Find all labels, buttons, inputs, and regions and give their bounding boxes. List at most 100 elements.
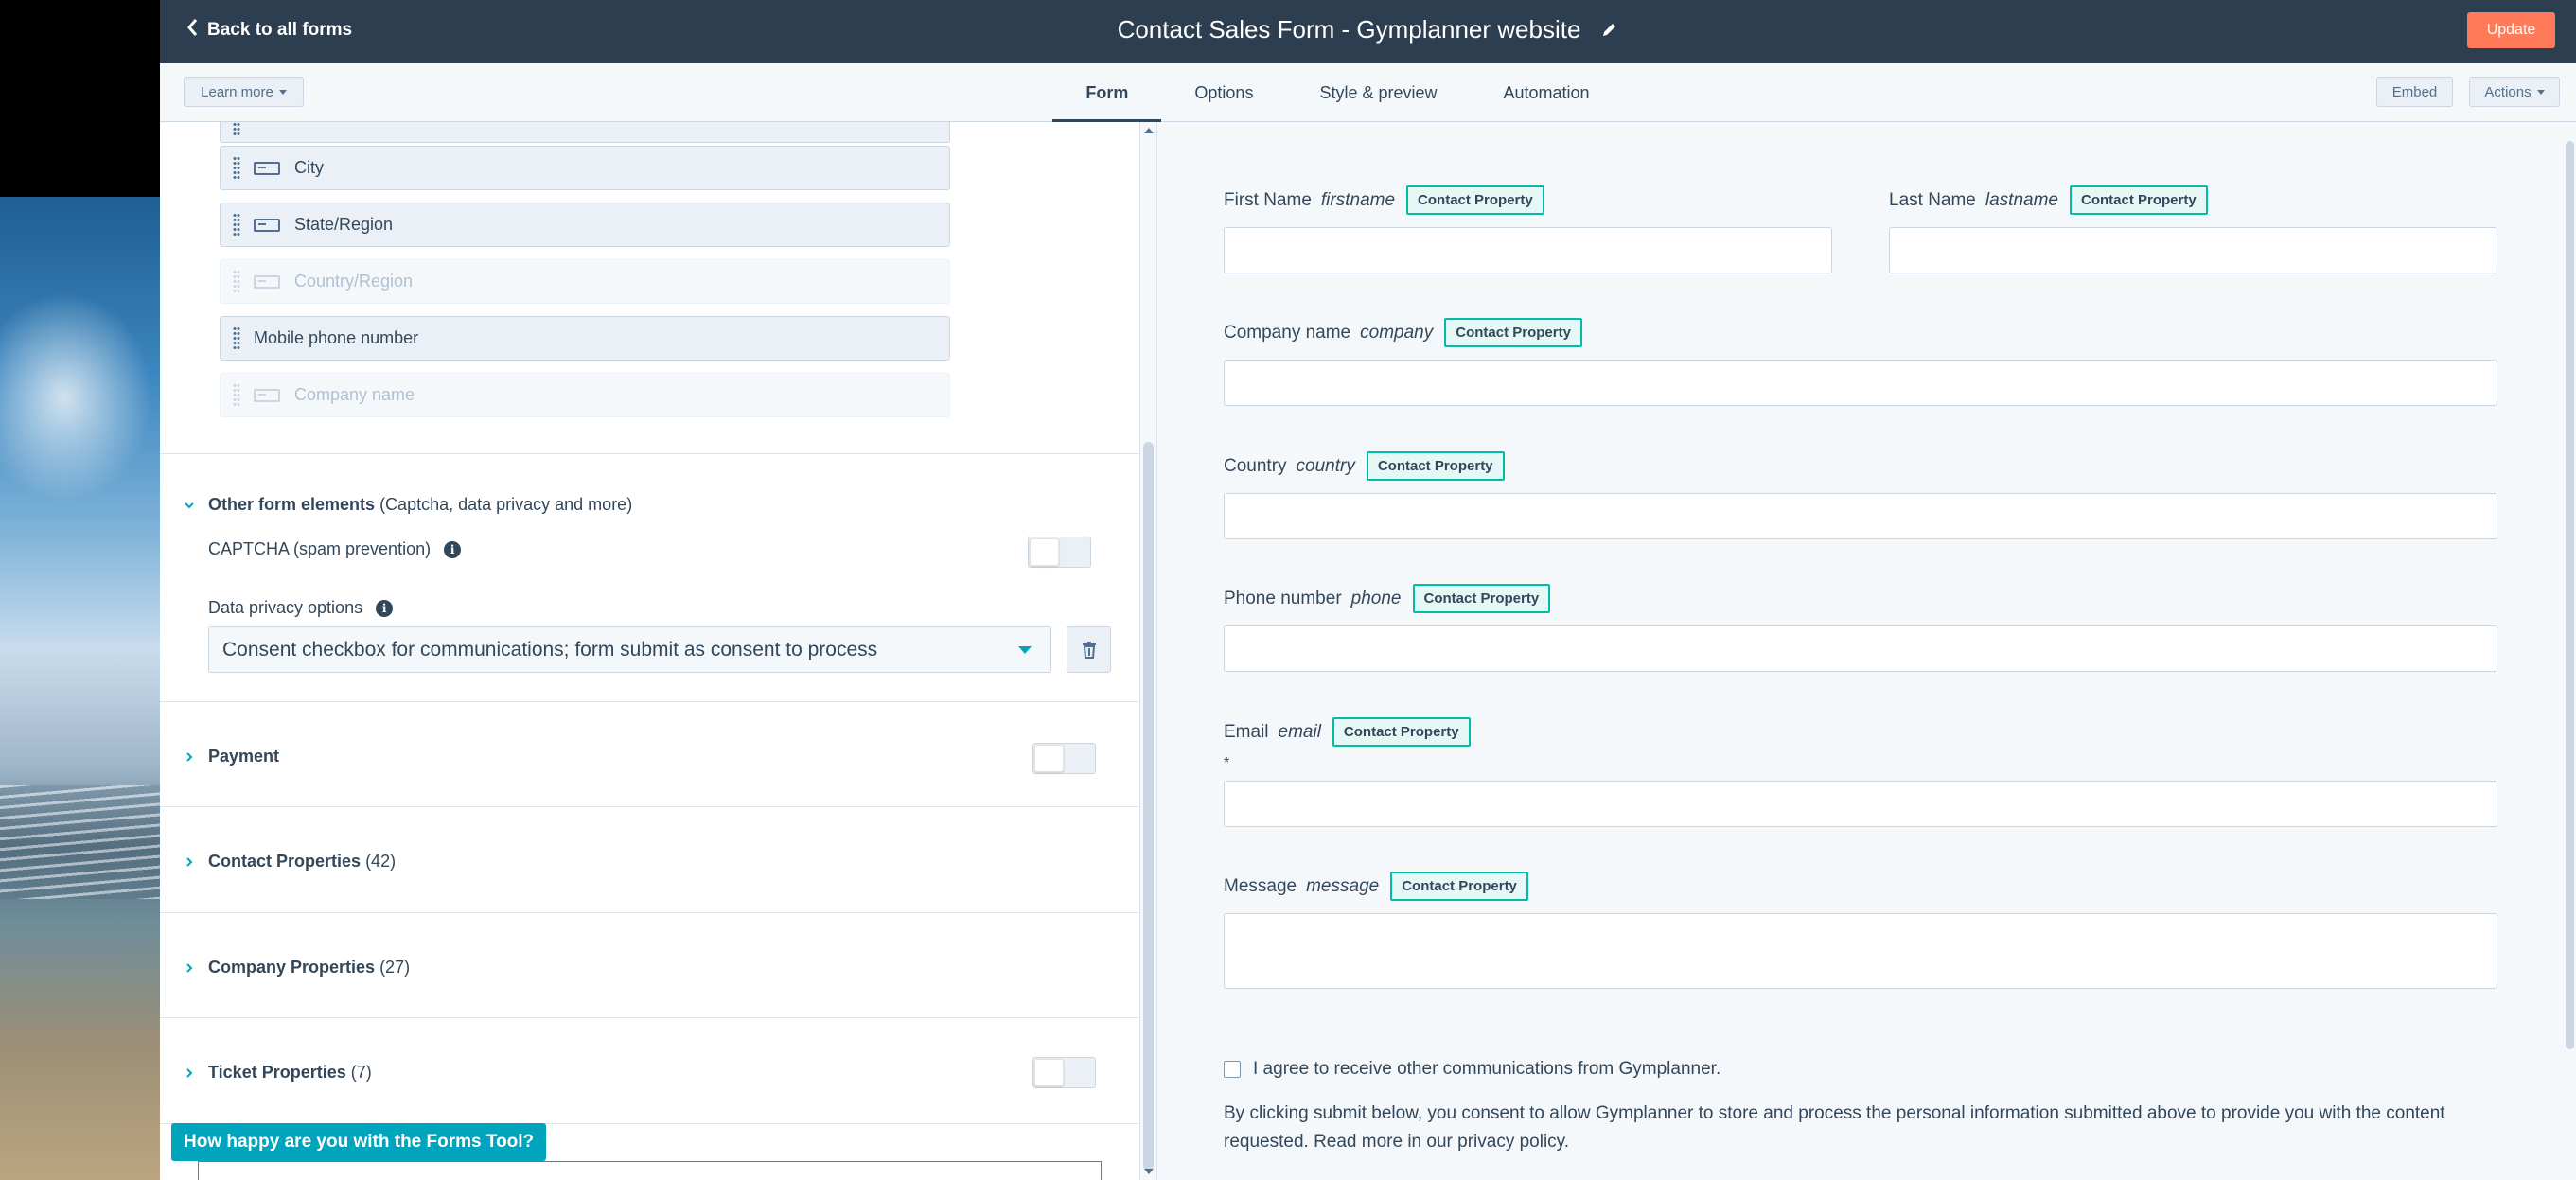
section-title: Contact Properties bbox=[208, 852, 362, 871]
drag-handle-icon[interactable] bbox=[233, 122, 240, 137]
tab-options[interactable]: Options bbox=[1161, 63, 1286, 122]
scroll-up-arrow-icon[interactable] bbox=[1144, 128, 1154, 133]
property-name: message bbox=[1306, 875, 1380, 896]
drag-handle-icon[interactable] bbox=[233, 382, 240, 408]
field-label: Message bbox=[1224, 875, 1297, 896]
chevron-right-icon bbox=[186, 962, 193, 973]
feedback-panel[interactable] bbox=[198, 1161, 1102, 1180]
preview-scrollbar[interactable] bbox=[2564, 122, 2576, 1180]
ticket-properties-toggle[interactable] bbox=[1032, 1057, 1096, 1088]
section-subtitle: (Captcha, data privacy and more) bbox=[379, 495, 633, 514]
preview-label-country[interactable]: Country country Contact Property bbox=[1224, 451, 1505, 481]
captcha-toggle[interactable] bbox=[1028, 537, 1091, 568]
consent-checkbox[interactable] bbox=[1224, 1061, 1241, 1078]
learn-more-button[interactable]: Learn more bbox=[184, 77, 304, 107]
field-label: Company name bbox=[1224, 322, 1351, 343]
lastname-input[interactable] bbox=[1889, 227, 2497, 273]
chevron-down-icon bbox=[185, 502, 194, 508]
section-count: (42) bbox=[365, 852, 397, 871]
drag-handle-icon[interactable] bbox=[233, 326, 240, 351]
embed-label: Embed bbox=[2391, 83, 2438, 100]
field-row-city[interactable]: City bbox=[220, 146, 950, 190]
trash-icon bbox=[1082, 641, 1096, 659]
form-title[interactable]: Contact Sales Form - Gymplanner website bbox=[1118, 15, 1581, 44]
pencil-icon[interactable] bbox=[1601, 15, 1618, 44]
info-icon[interactable]: i bbox=[444, 540, 462, 558]
learn-more-label: Learn more bbox=[201, 83, 273, 100]
left-scrollbar[interactable] bbox=[1139, 122, 1156, 1180]
chevron-right-icon bbox=[186, 751, 193, 762]
field-label: Company name bbox=[294, 385, 415, 404]
contact-property-badge: Contact Property bbox=[1366, 451, 1505, 481]
drag-handle-icon[interactable] bbox=[233, 212, 240, 238]
scroll-down-arrow-icon[interactable] bbox=[1144, 1169, 1154, 1174]
payment-section-header[interactable]: Payment bbox=[184, 747, 279, 766]
drag-handle-icon[interactable] bbox=[233, 269, 240, 294]
data-privacy-value: Consent checkbox for communications; for… bbox=[222, 638, 878, 660]
captcha-label: CAPTCHA (spam prevention) bbox=[208, 539, 432, 558]
consent-row[interactable]: I agree to receive other communications … bbox=[1224, 1059, 1720, 1080]
back-to-all-forms-link[interactable]: Back to all forms bbox=[186, 18, 352, 43]
phone-input[interactable] bbox=[1224, 625, 2497, 672]
country-input[interactable] bbox=[1224, 493, 2497, 539]
top-bar: Back to all forms Contact Sales Form - G… bbox=[160, 0, 2576, 63]
preview-label-message[interactable]: Message message Contact Property bbox=[1224, 872, 1528, 901]
drag-handle-icon[interactable] bbox=[233, 155, 240, 181]
message-textarea[interactable] bbox=[1224, 913, 2497, 989]
text-field-icon bbox=[254, 161, 280, 175]
section-title: Company Properties bbox=[208, 958, 376, 977]
tab-form[interactable]: Form bbox=[1052, 63, 1162, 123]
required-asterisk: * bbox=[1224, 755, 1230, 771]
section-count: (7) bbox=[350, 1063, 372, 1082]
field-label: State/Region bbox=[294, 215, 394, 234]
info-icon[interactable]: i bbox=[376, 599, 394, 617]
company-input[interactable] bbox=[1224, 360, 2497, 406]
email-input[interactable] bbox=[1224, 781, 2497, 827]
tab-automation[interactable]: Automation bbox=[1471, 63, 1623, 122]
text-field-icon bbox=[254, 388, 280, 402]
field-row-mobile-phone[interactable]: Mobile phone number bbox=[220, 316, 950, 361]
text-field-icon bbox=[254, 218, 280, 232]
preview-label-lastname[interactable]: Last Name lastname Contact Property bbox=[1889, 185, 2208, 215]
field-label: Last Name bbox=[1889, 189, 1976, 210]
tab-style-preview[interactable]: Style & preview bbox=[1286, 63, 1470, 122]
field-label: Mobile phone number bbox=[254, 328, 419, 347]
delete-privacy-button[interactable] bbox=[1067, 626, 1111, 673]
property-name: lastname bbox=[1985, 189, 2058, 210]
scrollbar-thumb[interactable] bbox=[1143, 442, 1154, 1171]
desktop-background bbox=[0, 0, 160, 1180]
chevron-right-icon bbox=[186, 1067, 193, 1078]
other-form-elements-header[interactable]: Other form elements (Captcha, data priva… bbox=[184, 495, 632, 515]
contact-properties-header[interactable]: Contact Properties (42) bbox=[184, 852, 396, 872]
field-row-company-name[interactable]: Company name bbox=[220, 373, 950, 417]
field-row-state-region[interactable]: State/Region bbox=[220, 203, 950, 247]
editor-tabs: Form Options Style & preview Automation bbox=[1052, 63, 1623, 123]
field-row-country-region[interactable]: Country/Region bbox=[220, 259, 950, 304]
embed-button[interactable]: Embed bbox=[2376, 77, 2453, 107]
field-label: City bbox=[294, 158, 324, 177]
preview-label-email[interactable]: Email email Contact Property bbox=[1224, 717, 1471, 747]
toggle-knob bbox=[1034, 745, 1064, 772]
firstname-input[interactable] bbox=[1224, 227, 1832, 273]
feedback-tab[interactable]: How happy are you with the Forms Tool? bbox=[171, 1123, 547, 1161]
update-button[interactable]: Update bbox=[2467, 12, 2555, 48]
payment-toggle[interactable] bbox=[1032, 743, 1096, 774]
contact-property-badge: Contact Property bbox=[1444, 318, 1582, 347]
actions-button[interactable]: Actions bbox=[2469, 77, 2560, 107]
section-title: Payment bbox=[208, 747, 280, 766]
field-label: Country bbox=[1224, 455, 1287, 476]
data-privacy-select[interactable]: Consent checkbox for communications; for… bbox=[208, 626, 1051, 673]
preview-label-company[interactable]: Company name company Contact Property bbox=[1224, 318, 1582, 347]
form-builder-panel: City State/Region Country/Region Mobile … bbox=[160, 122, 1139, 1180]
sub-navigation: Form Options Style & preview Automation … bbox=[160, 63, 2576, 123]
scrollbar-thumb[interactable] bbox=[2566, 141, 2574, 1049]
form-preview: First Name firstname Contact Property La… bbox=[1156, 122, 2564, 1180]
ticket-properties-header[interactable]: Ticket Properties (7) bbox=[184, 1063, 372, 1083]
company-properties-header[interactable]: Company Properties (27) bbox=[184, 958, 410, 977]
divider bbox=[160, 806, 1139, 807]
preview-label-phone[interactable]: Phone number phone Contact Property bbox=[1224, 584, 1551, 613]
contact-property-badge: Contact Property bbox=[1390, 872, 1528, 901]
preview-label-firstname[interactable]: First Name firstname Contact Property bbox=[1224, 185, 1544, 215]
field-row[interactable] bbox=[220, 122, 950, 143]
property-name: country bbox=[1296, 455, 1355, 476]
